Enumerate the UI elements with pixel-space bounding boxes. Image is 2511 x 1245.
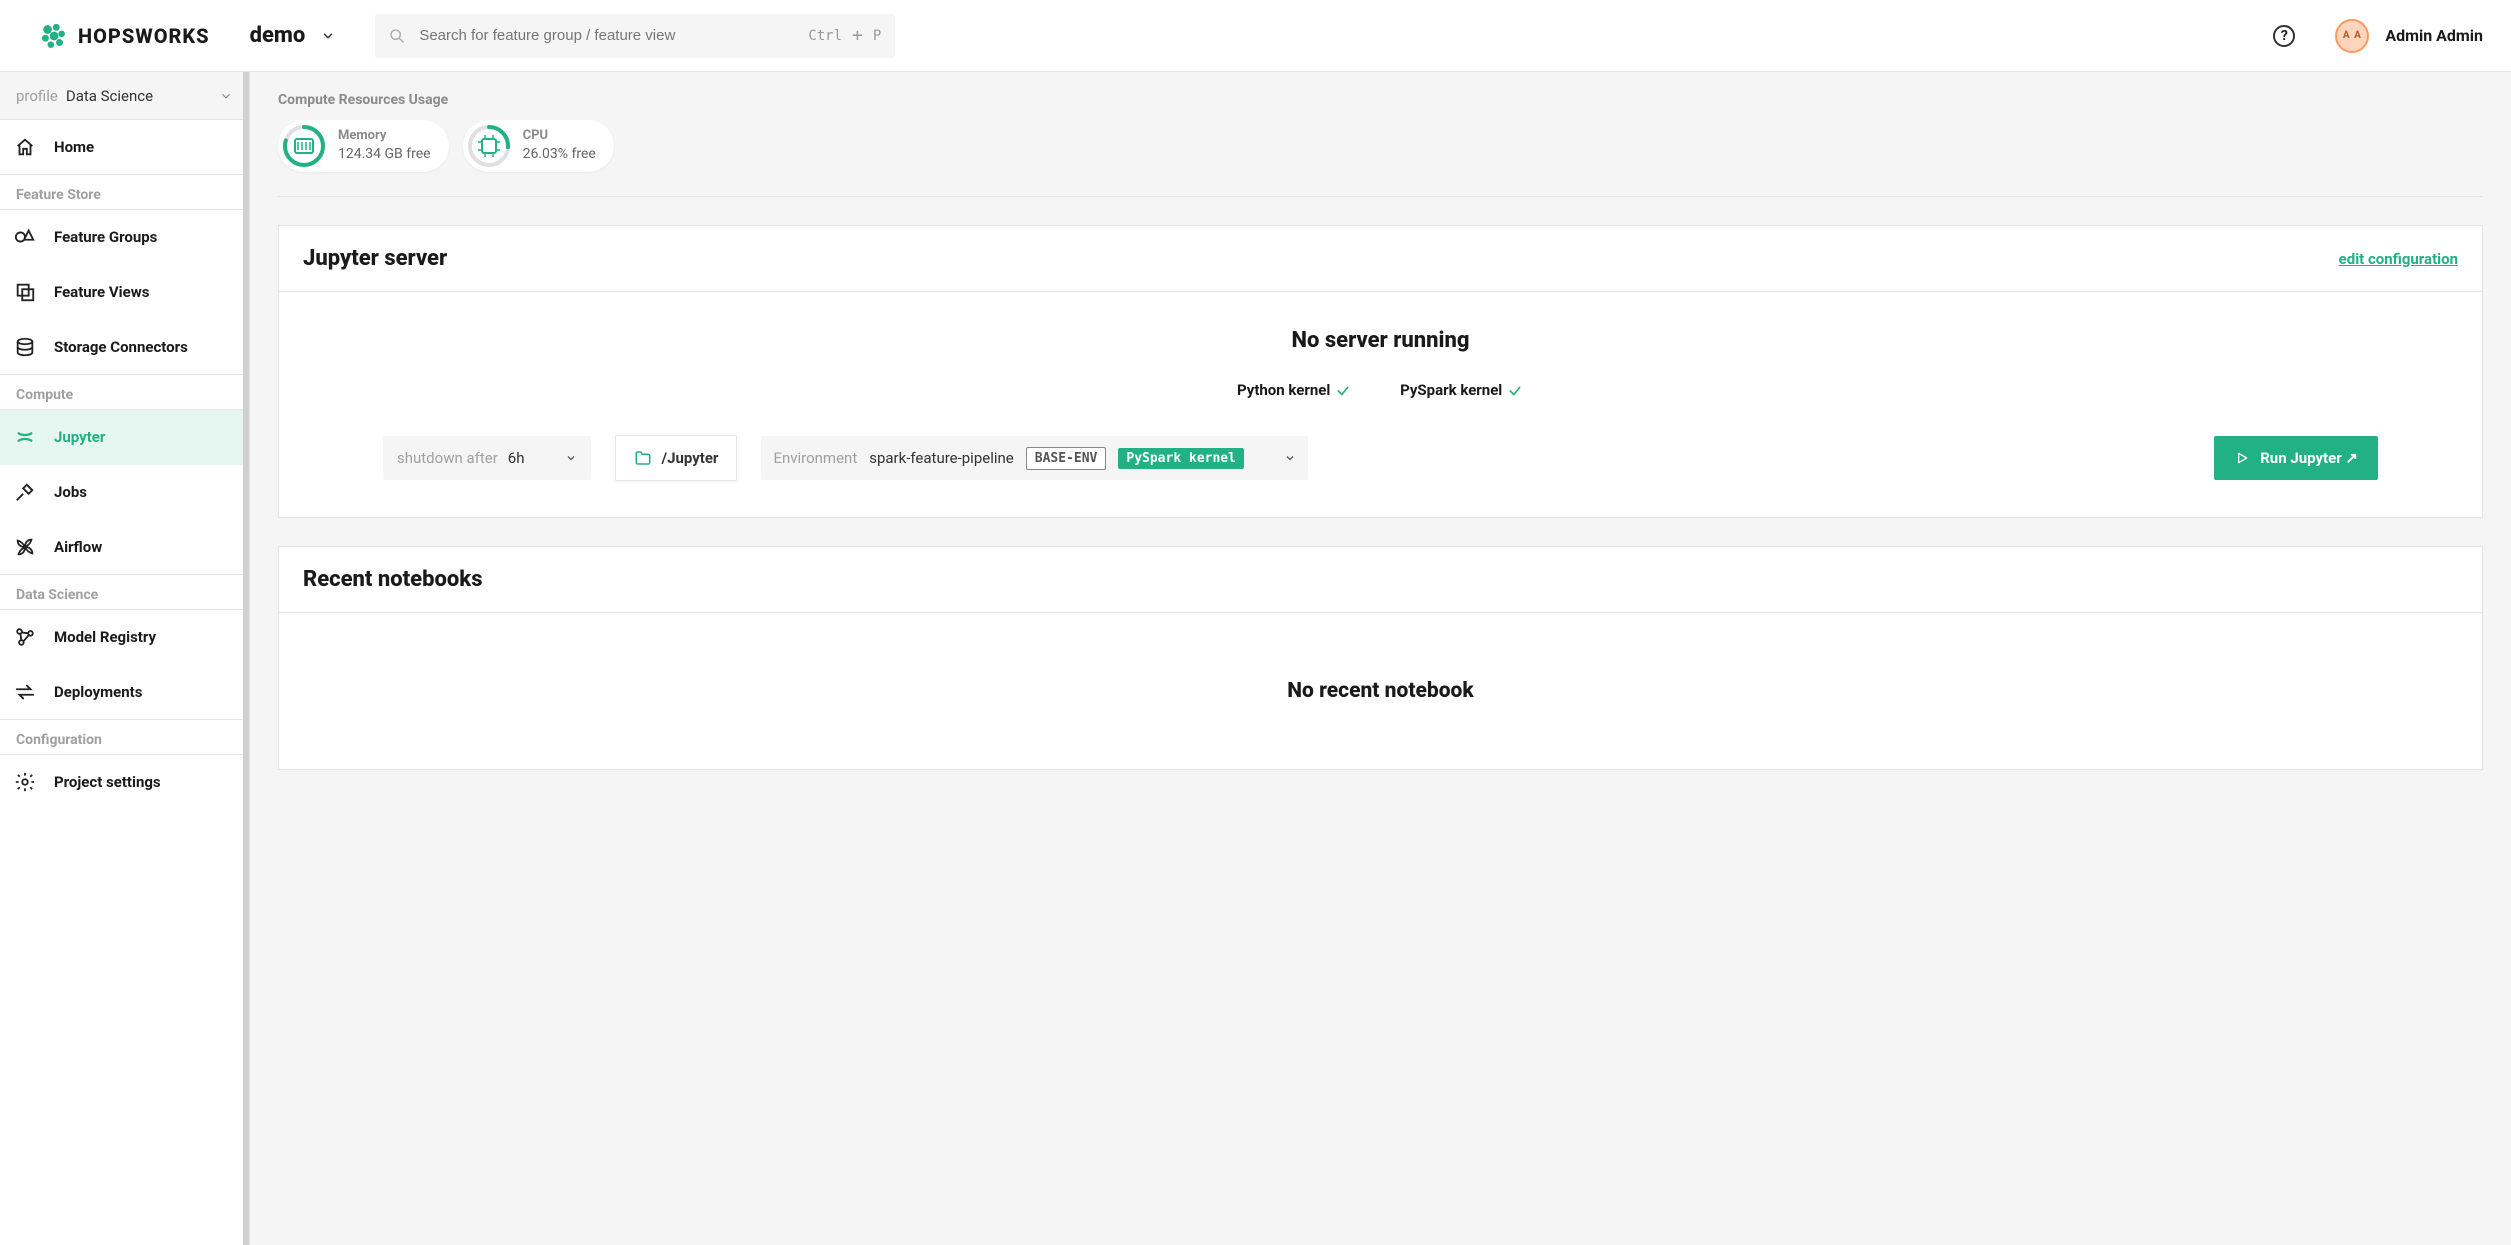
project-name: demo bbox=[250, 23, 306, 48]
jupyter-card: Jupyter server edit configuration No ser… bbox=[278, 225, 2483, 518]
sidebar-item-feature-groups[interactable]: Feature Groups bbox=[0, 210, 249, 265]
python-kernel-status: Python kernel bbox=[1237, 381, 1352, 399]
sidebar-item-label: Storage Connectors bbox=[54, 338, 188, 356]
pyspark-kernel-status: PySpark kernel bbox=[1400, 381, 1524, 399]
nav-section-compute: Compute bbox=[0, 375, 249, 410]
jupyter-icon bbox=[14, 426, 36, 448]
kernel-status-row: Python kernel PySpark kernel bbox=[303, 381, 2458, 399]
run-jupyter-button[interactable]: Run Jupyter ↗ bbox=[2214, 436, 2378, 480]
search-hint: Ctrl + P bbox=[808, 25, 881, 46]
sidebar-item-model-registry[interactable]: Model Registry bbox=[0, 610, 249, 665]
check-icon bbox=[1334, 381, 1352, 399]
memory-value: 124.34 GB free bbox=[338, 145, 431, 163]
sidebar-item-label: Feature Groups bbox=[54, 228, 157, 246]
nav-section-configuration: Configuration bbox=[0, 720, 249, 755]
profile-label: profile bbox=[16, 87, 58, 105]
search-box[interactable]: Ctrl + P bbox=[375, 14, 895, 58]
database-icon bbox=[14, 336, 36, 358]
usage-title: Compute Resources Usage bbox=[278, 92, 2483, 108]
nav-section-feature-store: Feature Store bbox=[0, 175, 249, 210]
sidebar-item-label: Home bbox=[54, 138, 94, 156]
main-content: Compute Resources Usage Memory 124.34 GB… bbox=[250, 72, 2511, 1245]
sidebar-item-jupyter[interactable]: Jupyter bbox=[0, 410, 249, 465]
play-icon bbox=[2234, 450, 2250, 466]
sidebar-item-project-settings[interactable]: Project settings bbox=[0, 755, 249, 810]
chevron-down-icon bbox=[565, 452, 577, 464]
sidebar-item-home[interactable]: Home bbox=[0, 120, 249, 175]
nav-section-data-science: Data Science bbox=[0, 575, 249, 610]
cpu-value: 26.03% free bbox=[523, 145, 596, 163]
sidebar-item-label: Jupyter bbox=[54, 428, 105, 446]
cpu-ring-icon bbox=[467, 124, 511, 168]
swap-icon bbox=[14, 681, 36, 703]
avatar: A A bbox=[2335, 19, 2369, 53]
chevron-down-icon bbox=[321, 29, 335, 43]
recent-notebooks-card: Recent notebooks No recent notebook bbox=[278, 546, 2483, 770]
memory-ring-icon bbox=[282, 124, 326, 168]
sidebar-item-label: Jobs bbox=[54, 483, 87, 501]
sidebar-item-airflow[interactable]: Airflow bbox=[0, 520, 249, 575]
sidebar: profile Data Science Home Feature Store … bbox=[0, 72, 250, 1245]
memory-label: Memory bbox=[338, 128, 431, 145]
folder-icon bbox=[634, 449, 652, 467]
brand-logo[interactable]: HOPSWORKS bbox=[40, 23, 210, 49]
environment-selector[interactable]: Environment spark-feature-pipeline BASE-… bbox=[761, 436, 1308, 480]
chevron-down-icon bbox=[1284, 452, 1296, 464]
sidebar-item-storage-connectors[interactable]: Storage Connectors bbox=[0, 320, 249, 375]
brand-name: HOPSWORKS bbox=[78, 24, 210, 48]
copy-icon bbox=[14, 281, 36, 303]
no-recent-message: No recent notebook bbox=[303, 649, 2458, 733]
usage-bar: Compute Resources Usage Memory 124.34 GB… bbox=[250, 72, 2511, 196]
help-icon[interactable]: ? bbox=[2273, 25, 2295, 47]
sidebar-item-deployments[interactable]: Deployments bbox=[0, 665, 249, 720]
sidebar-item-label: Feature Views bbox=[54, 283, 149, 301]
profile-value: Data Science bbox=[66, 87, 153, 105]
profile-selector[interactable]: profile Data Science bbox=[0, 72, 249, 120]
search-icon bbox=[389, 28, 405, 44]
sidebar-item-feature-views[interactable]: Feature Views bbox=[0, 265, 249, 320]
cpu-label: CPU bbox=[523, 128, 596, 145]
chevron-down-icon bbox=[219, 89, 233, 103]
usage-cpu: CPU 26.03% free bbox=[463, 120, 614, 172]
sidebar-item-jobs[interactable]: Jobs bbox=[0, 465, 249, 520]
sidebar-item-label: Deployments bbox=[54, 683, 142, 701]
jupyter-title: Jupyter server bbox=[303, 246, 447, 271]
pinwheel-icon bbox=[14, 536, 36, 558]
header: HOPSWORKS demo Ctrl + P ? A A Admin Admi… bbox=[0, 0, 2511, 72]
project-selector[interactable]: demo bbox=[250, 23, 336, 48]
sidebar-item-label: Model Registry bbox=[54, 628, 156, 646]
sidebar-item-label: Airflow bbox=[54, 538, 102, 556]
home-icon bbox=[14, 136, 36, 158]
user-name: Admin Admin bbox=[2385, 26, 2483, 45]
logo-icon bbox=[40, 23, 66, 49]
search-input[interactable] bbox=[417, 26, 796, 45]
edit-configuration-link[interactable]: edit configuration bbox=[2339, 250, 2458, 268]
gear-icon bbox=[14, 771, 36, 793]
check-icon bbox=[1506, 381, 1524, 399]
jupyter-path-button[interactable]: /Jupyter bbox=[615, 435, 738, 481]
shutdown-selector[interactable]: shutdown after 6h bbox=[383, 436, 591, 480]
recent-title: Recent notebooks bbox=[303, 567, 482, 592]
network-icon bbox=[14, 626, 36, 648]
usage-memory: Memory 124.34 GB free bbox=[278, 120, 449, 172]
base-env-badge: BASE-ENV bbox=[1026, 447, 1107, 470]
sidebar-item-label: Project settings bbox=[54, 773, 161, 791]
shapes-icon bbox=[14, 226, 36, 248]
user-menu[interactable]: A A Admin Admin bbox=[2335, 19, 2483, 53]
no-server-message: No server running bbox=[303, 328, 2458, 353]
gavel-icon bbox=[14, 481, 36, 503]
pyspark-kernel-badge: PySpark kernel bbox=[1118, 448, 1244, 469]
